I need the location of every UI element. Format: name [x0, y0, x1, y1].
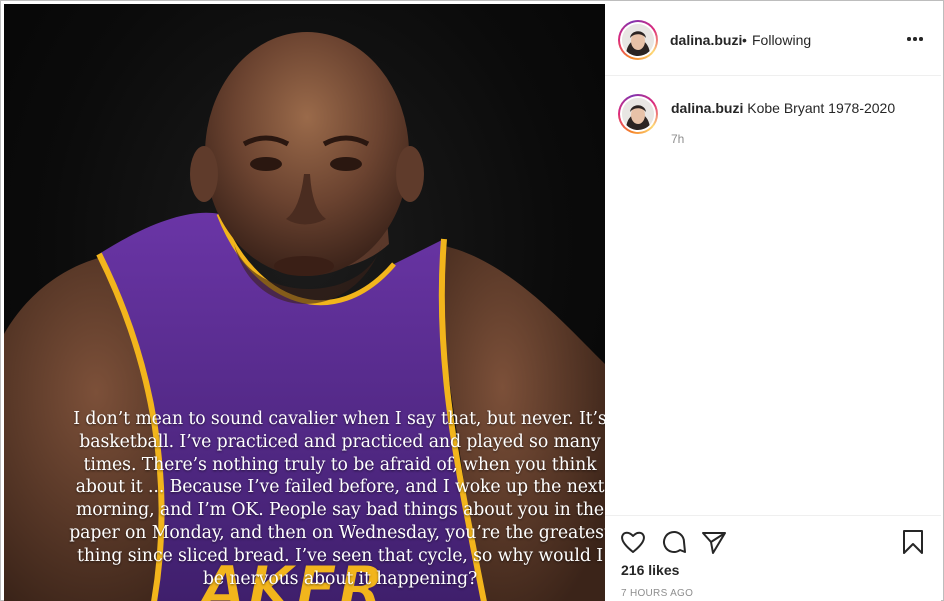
author-avatar[interactable] [618, 20, 658, 60]
instagram-post-window: AKER I don’t mean to sound cavalier when… [0, 0, 944, 601]
caption-author-avatar[interactable] [618, 94, 658, 134]
bookmark-icon[interactable] [899, 528, 927, 556]
post-timestamp: 7 HOURS AGO [621, 588, 694, 599]
photo-quote-overlay: I don’t mean to sound cavalier when I sa… [69, 409, 605, 589]
more-options-icon[interactable] [907, 37, 923, 41]
following-button[interactable]: Following [752, 32, 811, 48]
likes-count[interactable]: 216 likes [621, 562, 679, 578]
post-side-panel: dalina.buzi • Following dalina.buzi Kobe… [605, 4, 941, 601]
post-photo[interactable]: AKER I don’t mean to sound cavalier when… [4, 4, 605, 601]
separator-dot: • [742, 32, 747, 48]
heart-icon[interactable] [619, 528, 647, 556]
caption-timestamp[interactable]: 7h [671, 132, 684, 146]
post-header: dalina.buzi • Following [605, 4, 941, 76]
comment-icon[interactable] [660, 528, 688, 556]
post-actions: 216 likes 7 HOURS AGO [605, 515, 941, 601]
author-username[interactable]: dalina.buzi [670, 32, 742, 48]
caption-username[interactable]: dalina.buzi [671, 100, 743, 116]
paper-plane-icon[interactable] [700, 528, 728, 556]
caption-text: Kobe Bryant 1978-2020 [747, 100, 896, 116]
caption: dalina.buzi Kobe Bryant 1978-2020 [671, 100, 895, 116]
